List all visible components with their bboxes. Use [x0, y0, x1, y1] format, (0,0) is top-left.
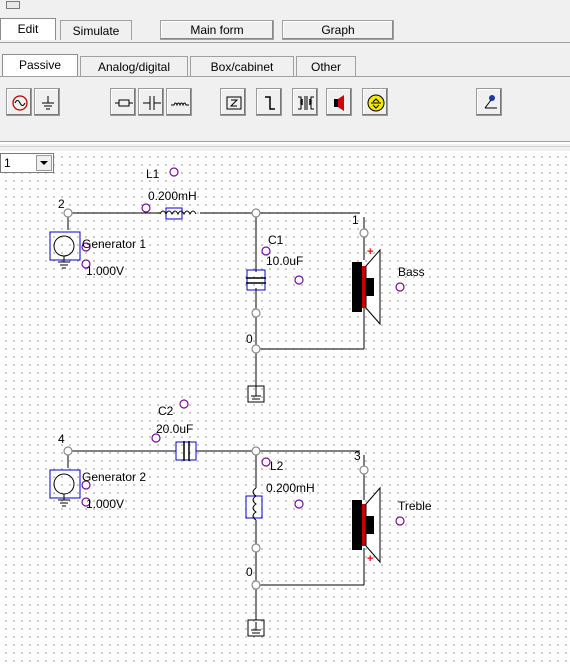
generator-2-value: 1.000V: [86, 497, 125, 511]
speaker-treble[interactable]: +: [352, 486, 381, 565]
l1-value: 0.200mH: [148, 189, 197, 203]
inductor-l2[interactable]: [245, 487, 263, 521]
node-label-0-bottom: 0: [246, 565, 253, 579]
capacitor-c1[interactable]: [246, 269, 266, 291]
node-label-4: 4: [58, 432, 65, 446]
c2-value: 20.0uF: [156, 422, 194, 436]
l2-name: L2: [270, 459, 284, 473]
generator-2[interactable]: [49, 469, 81, 507]
ground-symbol-2[interactable]: [247, 619, 265, 637]
node-label-3: 3: [354, 449, 361, 463]
inductor-l1[interactable]: [159, 207, 197, 220]
node-label-0-top: 0: [246, 332, 253, 346]
generator-1[interactable]: [49, 231, 81, 269]
capacitor-c2[interactable]: [175, 441, 197, 461]
bass-label: Bass: [398, 265, 425, 279]
circuit-drawing: + +: [49, 167, 405, 637]
ground-symbol-1[interactable]: [247, 385, 265, 403]
generator-2-name: Generator 2: [82, 470, 147, 484]
node-label-2: 2: [58, 197, 65, 211]
c2-name: C2: [158, 404, 174, 418]
svg-text:+: +: [367, 246, 373, 258]
speaker-bass[interactable]: +: [352, 246, 381, 326]
c1-value: 10.0uF: [266, 254, 304, 268]
treble-label: Treble: [398, 499, 432, 513]
generator-1-name: Generator 1: [82, 237, 147, 251]
generator-1-value: 1.000V: [86, 264, 125, 278]
c1-name: C1: [268, 233, 284, 247]
l2-value: 0.200mH: [266, 481, 315, 495]
l1-name: L1: [146, 167, 160, 181]
svg-text:+: +: [367, 553, 373, 565]
node-label-1: 1: [352, 213, 359, 227]
